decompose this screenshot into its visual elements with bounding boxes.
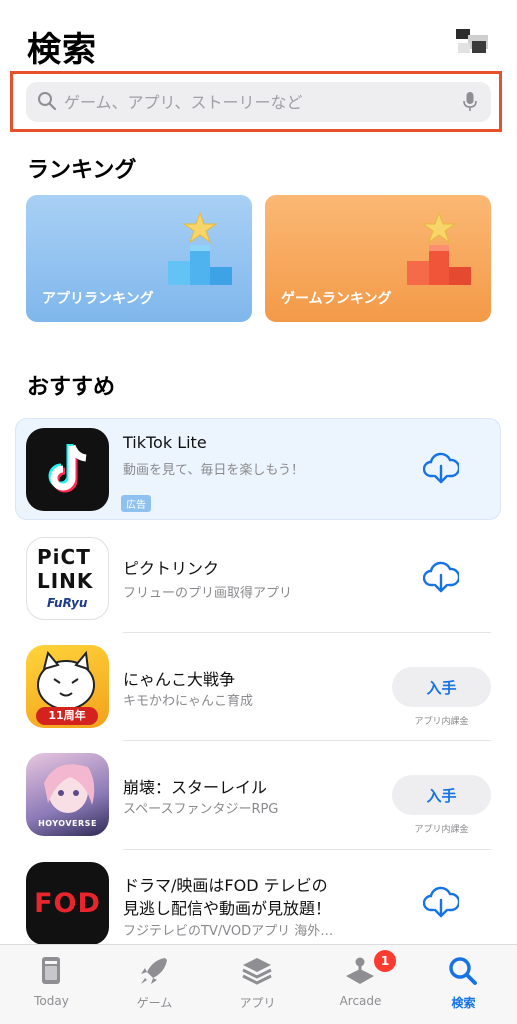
in-app-purchase-note: アプリ内課金 bbox=[414, 825, 469, 835]
tab-search[interactable]: 検索 bbox=[412, 945, 515, 1024]
notification-badge: 1 bbox=[374, 950, 396, 972]
tab-apps[interactable]: アプリ bbox=[206, 945, 309, 1024]
app-subtitle: フリューのプリ画取得アプリ bbox=[123, 586, 293, 601]
header: 検索 bbox=[0, 0, 517, 140]
search-input[interactable] bbox=[64, 82, 454, 122]
search-bar[interactable] bbox=[26, 82, 491, 122]
get-button[interactable]: 入手 bbox=[392, 775, 491, 815]
list-item-tiktok-lite[interactable]: TikTok Lite 動画を見て、毎日を楽しもう！ 広告 bbox=[26, 428, 491, 512]
app-ranking-card[interactable]: アプリランキング bbox=[26, 195, 252, 322]
app-subtitle: 動画を見て、毎日を楽しもう！ bbox=[123, 463, 304, 478]
app-subtitle: キモかわにゃんこ育成 bbox=[123, 694, 254, 709]
app-name: にゃんこ大戦争 bbox=[123, 670, 236, 689]
list-item-star-rail[interactable]: HOYOVERSE 崩壊：スターレイル スペースファンタジーRPG 入手 アプリ… bbox=[26, 753, 491, 837]
tiktok-app-icon bbox=[26, 428, 109, 511]
list-item-nyanko[interactable]: 11周年 にゃんこ大戦争 キモかわにゃんこ育成 入手 アプリ内課金 bbox=[26, 645, 491, 729]
tab-arcade[interactable]: 1 Arcade bbox=[309, 945, 412, 1024]
microphone-icon[interactable] bbox=[462, 91, 478, 113]
list-item-pictlink[interactable]: PiCT LINK FuRyu ピクトリンク フリューのプリ画取得アプリ bbox=[26, 537, 491, 621]
layers-icon bbox=[242, 958, 272, 985]
game-ranking-label: ゲームランキング bbox=[281, 291, 392, 307]
podium-star-icon bbox=[168, 211, 232, 285]
download-icon[interactable] bbox=[423, 886, 459, 920]
ad-badge: 広告 bbox=[121, 495, 151, 512]
avatar[interactable] bbox=[452, 25, 492, 61]
divider bbox=[123, 740, 491, 741]
app-name: TikTok Lite bbox=[123, 433, 207, 452]
pictlink-app-icon: PiCT LINK FuRyu bbox=[26, 537, 109, 620]
in-app-purchase-note: アプリ内課金 bbox=[414, 717, 469, 727]
nyanko-app-icon: 11周年 bbox=[26, 645, 109, 728]
page-title: 検索 bbox=[27, 30, 97, 70]
get-button[interactable]: 入手 bbox=[392, 667, 491, 707]
app-name-line1: ドラマ/映画はFOD テレビの bbox=[123, 876, 328, 895]
star-rail-app-icon: HOYOVERSE bbox=[26, 753, 109, 836]
recommended-section-title: おすすめ bbox=[27, 375, 116, 400]
tab-today[interactable]: Today bbox=[0, 945, 103, 1024]
tab-bar: Today ゲーム アプリ 1 Arcade 検索 bbox=[0, 944, 517, 1024]
tab-games[interactable]: ゲーム bbox=[103, 945, 206, 1024]
download-icon[interactable] bbox=[423, 561, 459, 595]
rocket-icon bbox=[141, 958, 167, 984]
list-item-fod[interactable]: FOD ドラマ/映画はFOD テレビの 見逃し配信や動画が見放題！ フジテレビの… bbox=[26, 862, 491, 946]
podium-star-icon bbox=[407, 211, 471, 285]
search-icon bbox=[38, 92, 57, 111]
fod-app-icon: FOD bbox=[26, 862, 109, 945]
today-icon bbox=[42, 957, 60, 984]
app-name: ピクトリンク bbox=[123, 559, 220, 578]
game-ranking-card[interactable]: ゲームランキング bbox=[265, 195, 491, 322]
app-subtitle: スペースファンタジーRPG bbox=[123, 802, 279, 817]
divider bbox=[123, 849, 491, 850]
app-subtitle: フジテレビのTV/VODアプリ 海外… bbox=[123, 924, 334, 939]
app-ranking-label: アプリランキング bbox=[42, 291, 154, 307]
app-name-line2: 見逃し配信や動画が見放題！ bbox=[123, 899, 332, 918]
app-name: 崩壊：スターレイル bbox=[123, 778, 268, 797]
divider bbox=[123, 632, 491, 633]
search-icon bbox=[449, 957, 477, 985]
joystick-icon bbox=[346, 957, 374, 984]
ranking-section-title: ランキング bbox=[27, 158, 137, 183]
download-icon[interactable] bbox=[423, 452, 459, 486]
